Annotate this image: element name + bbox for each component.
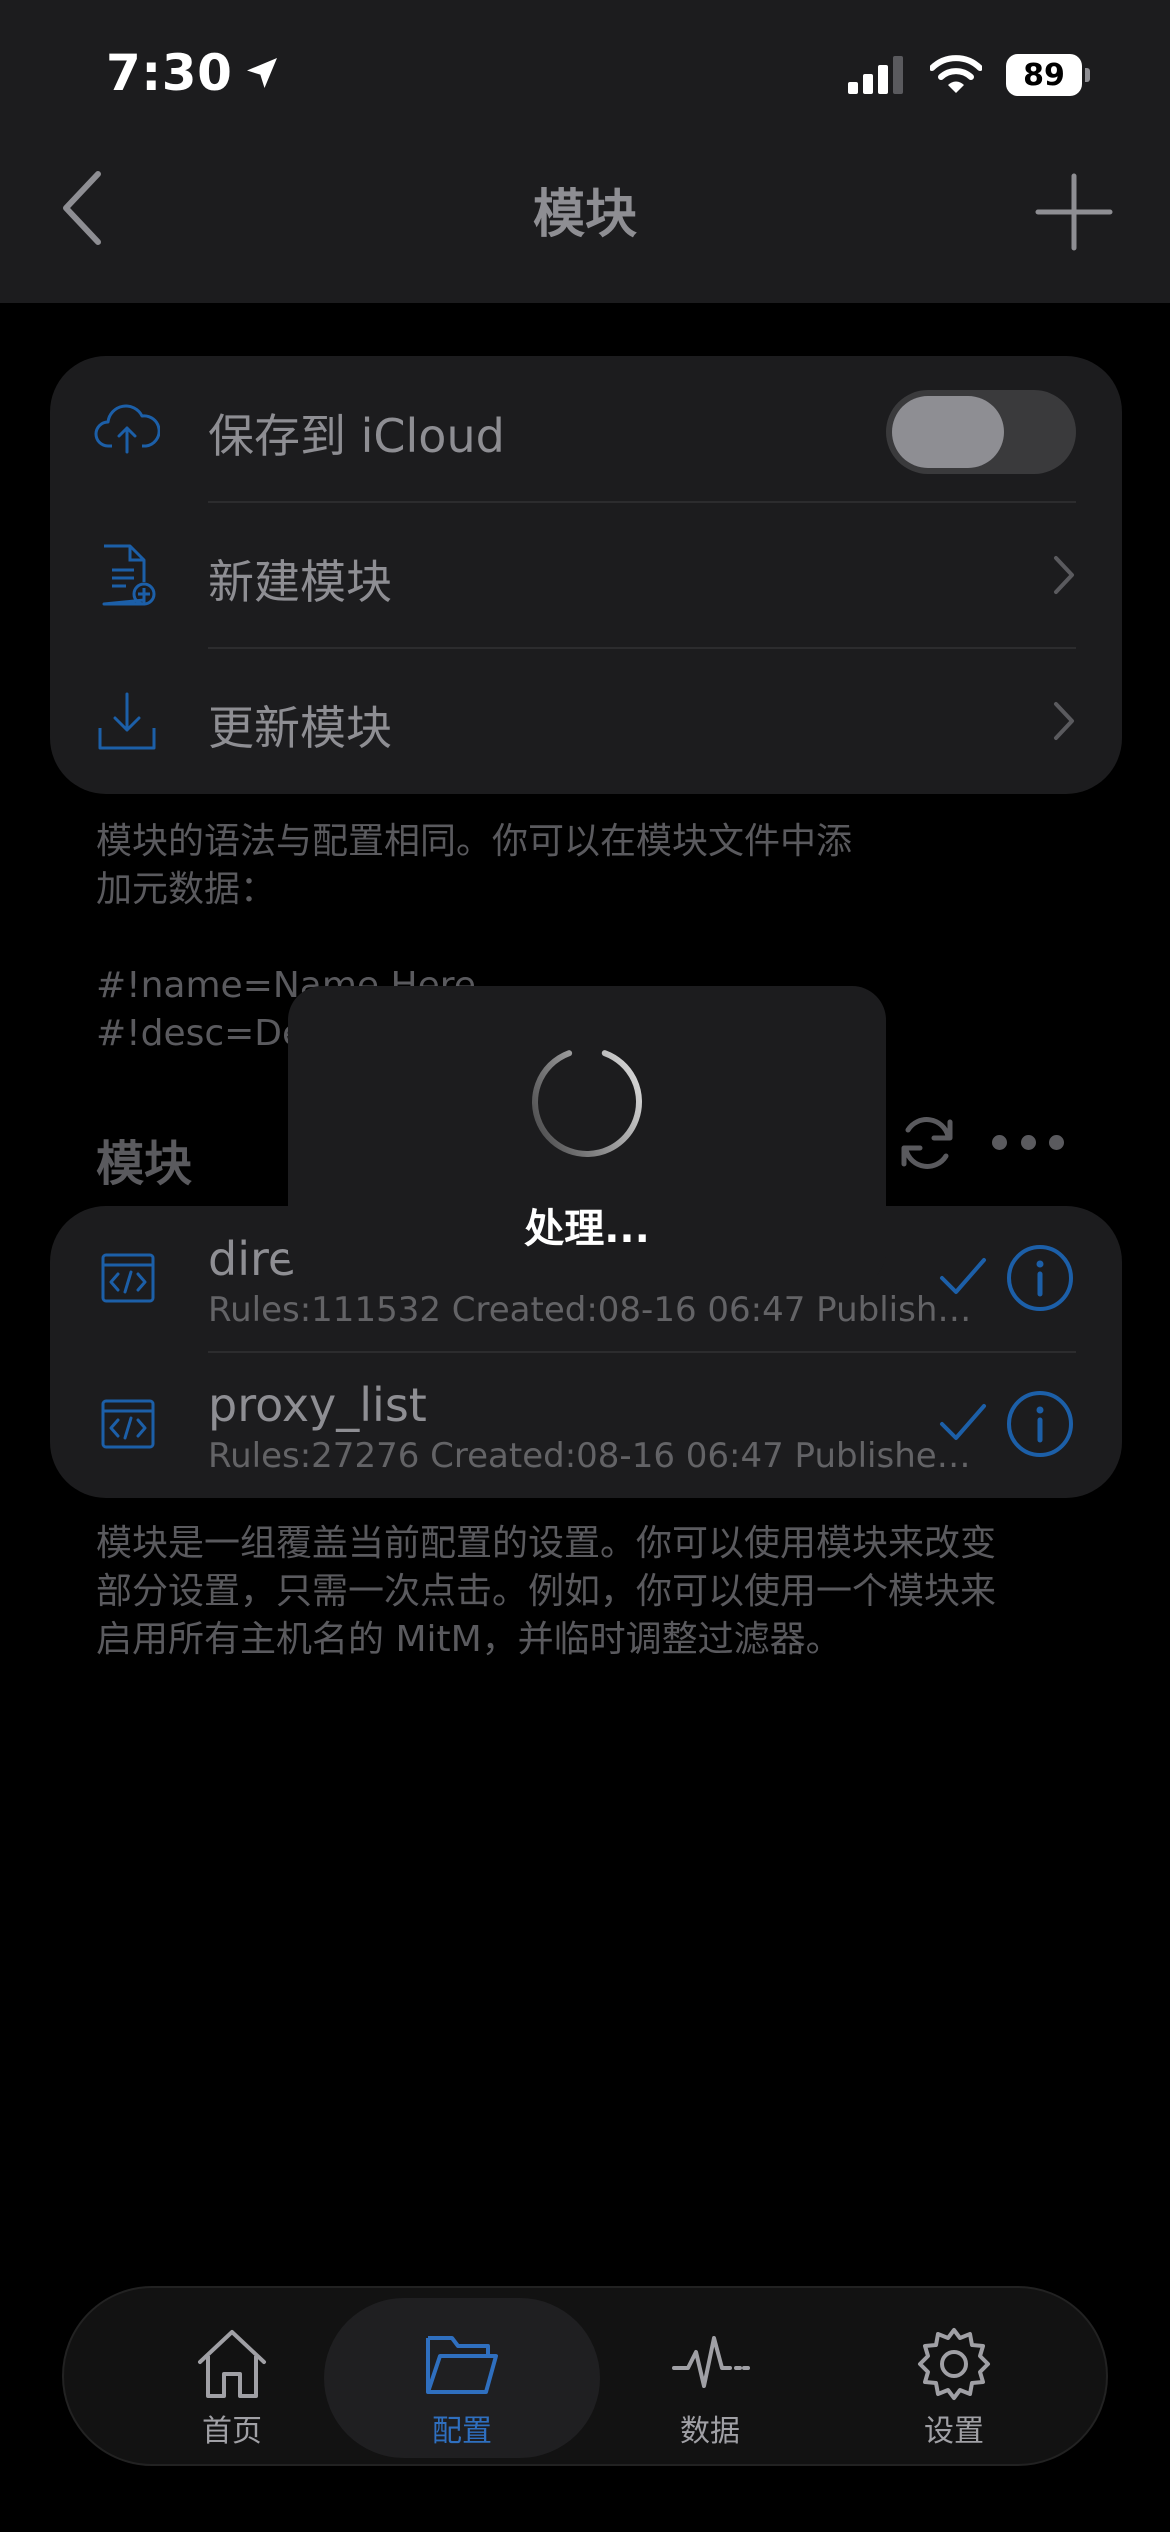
- more-ellipsis-icon[interactable]: [992, 1124, 1064, 1160]
- page-title: 模块: [532, 185, 637, 245]
- update-module-label: 更新模块: [208, 701, 392, 755]
- house-icon: [198, 2330, 266, 2398]
- settings-group: 保存到 iCloud 新建模块 更新模块: [50, 356, 1122, 794]
- battery-level: 89: [1006, 54, 1082, 96]
- tab-settings[interactable]: 设置: [816, 2298, 1092, 2458]
- new-module-label: 新建模块: [208, 555, 392, 609]
- ellipsis-dot: [1049, 1134, 1064, 1150]
- ellipsis-dot: [992, 1134, 1007, 1150]
- icloud-label: 保存到 iCloud: [208, 409, 505, 463]
- checkmark-icon[interactable]: [938, 1254, 988, 1298]
- processing-hud: 处理...: [288, 986, 886, 1286]
- hud-label: 处理...: [524, 1206, 650, 1252]
- tab-bar: 首页 配置 数据 设置: [62, 2286, 1108, 2466]
- module-name: proxy_list: [208, 1378, 427, 1432]
- top-bar: 7:30 89 模块: [0, 0, 1170, 303]
- battery-indicator: 89: [1006, 54, 1090, 96]
- status-indicators: 89: [848, 54, 1090, 96]
- location-arrow-icon: [247, 58, 278, 88]
- module-meta: Rules:111532 Created:08-16 06:47 Publish…: [208, 1290, 978, 1330]
- tab-label: 配置: [432, 2414, 492, 2449]
- modules-note: 模块是一组覆盖当前配置的设置。你可以使用模块来改变 部分设置，只需一次点击。例如…: [96, 1523, 997, 1660]
- icloud-row: 保存到 iCloud: [50, 356, 1122, 502]
- cellular-signal-icon: [848, 56, 903, 94]
- tab-config[interactable]: 配置: [324, 2298, 600, 2458]
- new-document-icon: [102, 544, 156, 606]
- info-icon[interactable]: [1006, 1390, 1074, 1458]
- activity-icon: [672, 2336, 750, 2388]
- gear-icon: [918, 2328, 990, 2400]
- status-time: 7:30: [106, 44, 282, 102]
- module-row[interactable]: proxy_list Rules:27276 Created:08-16 06:…: [50, 1352, 1122, 1498]
- tab-data[interactable]: 数据: [572, 2298, 848, 2458]
- tab-label: 数据: [680, 2414, 740, 2449]
- download-icon: [98, 692, 156, 750]
- update-module-row[interactable]: 更新模块: [50, 648, 1122, 794]
- code-file-icon: [101, 1399, 155, 1449]
- toggle-knob: [892, 396, 1004, 468]
- add-plus-icon[interactable]: [1034, 172, 1114, 252]
- new-module-row[interactable]: 新建模块: [50, 502, 1122, 648]
- cloud-upload-icon: [94, 404, 160, 454]
- chevron-right-icon: [1054, 556, 1074, 594]
- status-time-text: 7:30: [106, 44, 233, 102]
- loading-spinner-icon: [532, 1047, 642, 1158]
- info-icon[interactable]: [1006, 1244, 1074, 1312]
- icloud-toggle[interactable]: [886, 390, 1076, 474]
- modules-section-title: 模块: [96, 1136, 193, 1192]
- folder-icon: [426, 2336, 498, 2394]
- tab-label: 设置: [924, 2414, 984, 2449]
- wifi-icon: [930, 55, 982, 93]
- module-meta: Rules:27276 Created:08-16 06:47 Publishe…: [208, 1436, 978, 1476]
- checkmark-icon[interactable]: [938, 1400, 988, 1444]
- battery-tip: [1085, 68, 1090, 82]
- code-file-icon: [101, 1253, 155, 1303]
- chevron-right-icon: [1054, 702, 1074, 740]
- refresh-icon[interactable]: [894, 1110, 960, 1176]
- ellipsis-dot: [1020, 1134, 1036, 1150]
